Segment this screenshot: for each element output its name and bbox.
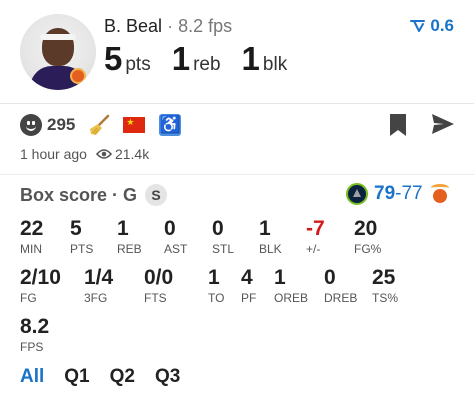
stat-label: FG% bbox=[354, 242, 382, 256]
period-tabs: All Q1 Q2 Q3 bbox=[20, 366, 200, 388]
post-time: 1 hour ago bbox=[20, 146, 87, 162]
avatar-headband bbox=[40, 34, 76, 40]
stat-value: 1 bbox=[259, 217, 271, 240]
headline-unit: blk bbox=[262, 54, 288, 75]
stat-ast: 0 AST bbox=[164, 217, 187, 256]
stat-label: OREB bbox=[274, 291, 309, 305]
player-header: B. Beal · 8.2 fps 0.6 5 pts 1 reb 1 blk bbox=[0, 0, 474, 104]
player-avatar[interactable] bbox=[20, 14, 96, 90]
headline-value: 1 bbox=[241, 40, 260, 77]
stat-label: +/- bbox=[306, 242, 321, 256]
bookmark-icon[interactable] bbox=[388, 113, 408, 137]
headline-value: 5 bbox=[104, 40, 123, 77]
fps-trend-value: 0.6 bbox=[430, 16, 454, 35]
stat-value: 2/10 bbox=[20, 266, 61, 289]
stat-value: 1/4 bbox=[84, 266, 114, 289]
stat-value: 0 bbox=[212, 217, 224, 240]
timberwolves-logo-icon bbox=[346, 183, 368, 205]
stat-value: 0 bbox=[164, 217, 176, 240]
stat-label: AST bbox=[164, 242, 188, 256]
suns-logo-icon bbox=[429, 183, 451, 205]
stat-reb: 1 REB bbox=[117, 217, 142, 256]
stat-value: 0/0 bbox=[144, 266, 174, 289]
stat-value: 1 bbox=[274, 266, 286, 289]
player-title[interactable]: B. Beal · 8.2 fps bbox=[104, 16, 232, 37]
stat-label: FPS bbox=[20, 340, 44, 354]
stat-value: 1 bbox=[117, 217, 129, 240]
stat-min: 22 MIN bbox=[20, 217, 43, 256]
title-separator: · bbox=[167, 16, 174, 36]
stat-value: -7 bbox=[306, 217, 325, 240]
stat-label: FTS bbox=[144, 291, 167, 305]
headline-unit: reb bbox=[193, 54, 221, 75]
tab-all[interactable]: All bbox=[20, 366, 44, 388]
stat-value: 8.2 bbox=[20, 315, 50, 338]
box-score-title: Box score · G S bbox=[20, 184, 168, 206]
stat-label: BLK bbox=[259, 242, 282, 256]
stat-value: 0 bbox=[324, 266, 336, 289]
send-icon[interactable] bbox=[431, 113, 455, 135]
stat-value: 1 bbox=[208, 266, 220, 289]
section-divider bbox=[0, 174, 474, 175]
player-name[interactable]: B. Beal bbox=[104, 16, 162, 36]
headline-unit: pts bbox=[125, 54, 151, 75]
stat-label: REB bbox=[117, 242, 142, 256]
stat-value: 5 bbox=[70, 217, 82, 240]
stat-label: FG bbox=[20, 291, 37, 305]
stat-ts-pct: 25 TS% bbox=[372, 266, 398, 305]
stat-oreb: 1 OREB bbox=[274, 266, 308, 305]
tab-q1[interactable]: Q1 bbox=[64, 366, 89, 388]
view-count: 21.4k bbox=[114, 146, 150, 162]
game-score[interactable]: 79 - 77 bbox=[346, 183, 451, 205]
stat-pf: 4 PF bbox=[241, 266, 256, 305]
stat-label: TS% bbox=[372, 291, 399, 305]
tab-q3[interactable]: Q3 bbox=[155, 366, 180, 388]
stat-value: 20 bbox=[354, 217, 378, 240]
stat-value: 4 bbox=[241, 266, 253, 289]
tab-q2[interactable]: Q2 bbox=[110, 366, 135, 388]
stat-label: DREB bbox=[324, 291, 358, 305]
headline-value: 1 bbox=[171, 40, 191, 77]
post-meta: 1 hour ago 21.4k bbox=[20, 146, 149, 162]
stat-3fg: 1/4 3FG bbox=[84, 266, 113, 305]
stat-value: 25 bbox=[372, 266, 396, 289]
stat-to: 1 TO bbox=[208, 266, 224, 305]
china-flag-icon[interactable]: ★ bbox=[123, 117, 146, 133]
stat-value: 22 bbox=[20, 217, 44, 240]
trend-arrow-icon bbox=[410, 20, 426, 32]
headline-stats: 5 pts 1 reb 1 blk bbox=[104, 40, 308, 78]
stat-label: TO bbox=[208, 291, 225, 305]
stat-pts: 5 PTS bbox=[70, 217, 93, 256]
stat-fg-pct: 20 FG% bbox=[354, 217, 381, 256]
broom-icon[interactable] bbox=[89, 114, 111, 136]
stat-label: MIN bbox=[20, 242, 42, 256]
stat-fts: 0/0 FTS bbox=[144, 266, 173, 305]
starter-badge: S bbox=[145, 184, 168, 206]
avatar-team-logo bbox=[70, 68, 86, 84]
stat-dreb: 0 DREB bbox=[324, 266, 357, 305]
stat-fg: 2/10 FG bbox=[20, 266, 61, 305]
stat-label: PTS bbox=[70, 242, 94, 256]
smiley-icon[interactable] bbox=[20, 114, 42, 136]
stat-label: PF bbox=[241, 291, 257, 305]
box-score-label: Box score · G bbox=[20, 184, 138, 205]
stat-label: 3FG bbox=[84, 291, 108, 305]
player-fps: 8.2 fps bbox=[178, 16, 233, 36]
away-score: 77 bbox=[401, 183, 423, 204]
eye-icon bbox=[95, 149, 112, 159]
home-score: 79 bbox=[374, 183, 396, 204]
stat-blk: 1 BLK bbox=[259, 217, 282, 256]
stat-plus-minus: -7 +/- bbox=[306, 217, 325, 256]
fps-trend: 0.6 bbox=[410, 16, 454, 36]
stat-fps: 8.2 FPS bbox=[20, 315, 49, 354]
stat-label: STL bbox=[212, 242, 235, 256]
reaction-bar: 295 ★ ♿ bbox=[20, 112, 182, 138]
stat-stl: 0 STL bbox=[212, 217, 234, 256]
reaction-count[interactable]: 295 bbox=[47, 115, 75, 135]
wheelchair-icon[interactable]: ♿ bbox=[159, 114, 182, 136]
